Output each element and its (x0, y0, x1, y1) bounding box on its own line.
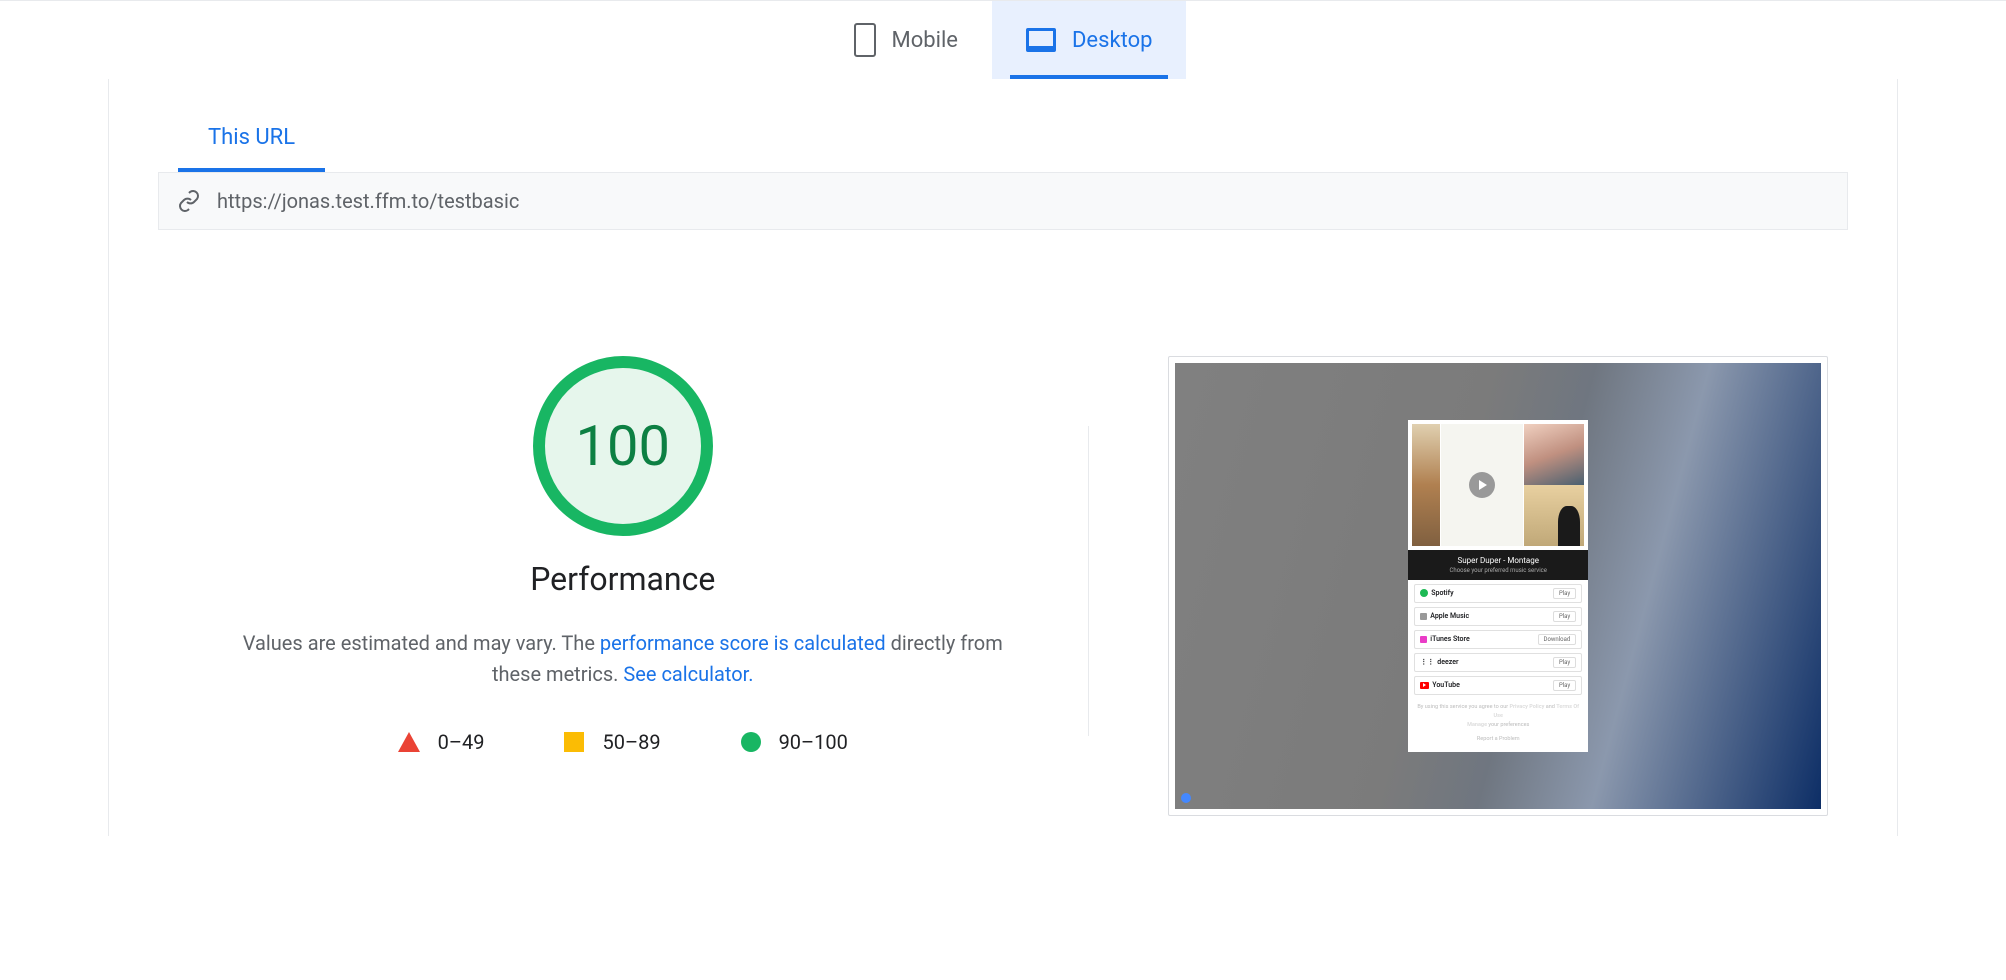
preview-panel: Super Duper - Montage Choose your prefer… (1089, 266, 1849, 836)
url-tab[interactable]: This URL (178, 125, 325, 172)
play-button: Play (1553, 588, 1576, 599)
deezer-icon: ⋮⋮ (1420, 658, 1434, 666)
widget-title: Super Duper - Montage (1412, 556, 1584, 565)
widget-header: Super Duper - Montage Choose your prefer… (1408, 550, 1588, 580)
service-row-youtube: YouTubePlay (1414, 676, 1582, 695)
service-row-deezer: ⋮⋮deezerPlay (1414, 653, 1582, 672)
circle-green-icon (741, 732, 761, 752)
legend: 0–49 50–89 90–100 (398, 730, 848, 754)
score-value: 100 (576, 413, 670, 479)
legend-red: 0–49 (398, 730, 485, 754)
download-button: Download (1538, 634, 1577, 645)
play-button: Play (1553, 657, 1576, 668)
url-text: https://jonas.test.ffm.to/testbasic (217, 189, 519, 213)
square-orange-icon (564, 732, 584, 752)
art-panel-3 (1524, 424, 1584, 546)
mobile-icon (854, 23, 876, 57)
link-icon (177, 189, 201, 213)
play-button: Play (1553, 611, 1576, 622)
performance-panel: 100 Performance Values are estimated and… (158, 266, 1088, 836)
legend-orange: 50–89 (564, 730, 660, 754)
service-row-itunes: iTunes StoreDownload (1414, 630, 1582, 649)
tab-mobile[interactable]: Mobile (820, 1, 992, 79)
art-panel-1 (1412, 424, 1440, 546)
desktop-icon (1026, 28, 1056, 52)
left-vertical-rule (108, 79, 109, 836)
play-icon (1469, 472, 1495, 498)
corner-indicator-icon (1181, 793, 1191, 803)
youtube-icon (1420, 682, 1429, 689)
service-row-spotify: SpotifyPlay (1414, 584, 1582, 603)
widget-subtitle: Choose your preferred music service (1412, 567, 1584, 574)
preview-widget: Super Duper - Montage Choose your prefer… (1408, 420, 1588, 752)
screenshot-preview: Super Duper - Montage Choose your prefer… (1168, 356, 1828, 816)
triangle-red-icon (398, 732, 420, 752)
performance-title: Performance (530, 560, 715, 598)
tab-label: Desktop (1072, 28, 1153, 53)
tab-label: Mobile (892, 28, 958, 53)
widget-footer: By using this service you agree to our P… (1408, 699, 1588, 752)
tab-desktop[interactable]: Desktop (992, 1, 1187, 79)
album-art-row (1408, 420, 1588, 550)
right-vertical-rule (1897, 79, 1898, 836)
art-panel-2 (1441, 424, 1523, 546)
play-button: Play (1553, 680, 1576, 691)
itunes-icon (1420, 636, 1427, 643)
device-tabs: Mobile Desktop (0, 1, 2006, 79)
spotify-icon (1420, 589, 1428, 597)
url-section: This URL https://jonas.test.ffm.to/testb… (158, 125, 1848, 230)
legend-green: 90–100 (741, 730, 848, 754)
performance-description: Values are estimated and may vary. The p… (243, 628, 1003, 690)
service-row-apple: Apple MusicPlay (1414, 607, 1582, 626)
service-list: SpotifyPlay Apple MusicPlay iTunes Store… (1408, 580, 1588, 699)
score-calc-link[interactable]: performance score is calculated (600, 631, 886, 655)
url-bar: https://jonas.test.ffm.to/testbasic (158, 172, 1848, 230)
score-gauge: 100 (533, 356, 713, 536)
see-calculator-link[interactable]: See calculator. (623, 662, 753, 686)
apple-music-icon (1420, 613, 1427, 620)
